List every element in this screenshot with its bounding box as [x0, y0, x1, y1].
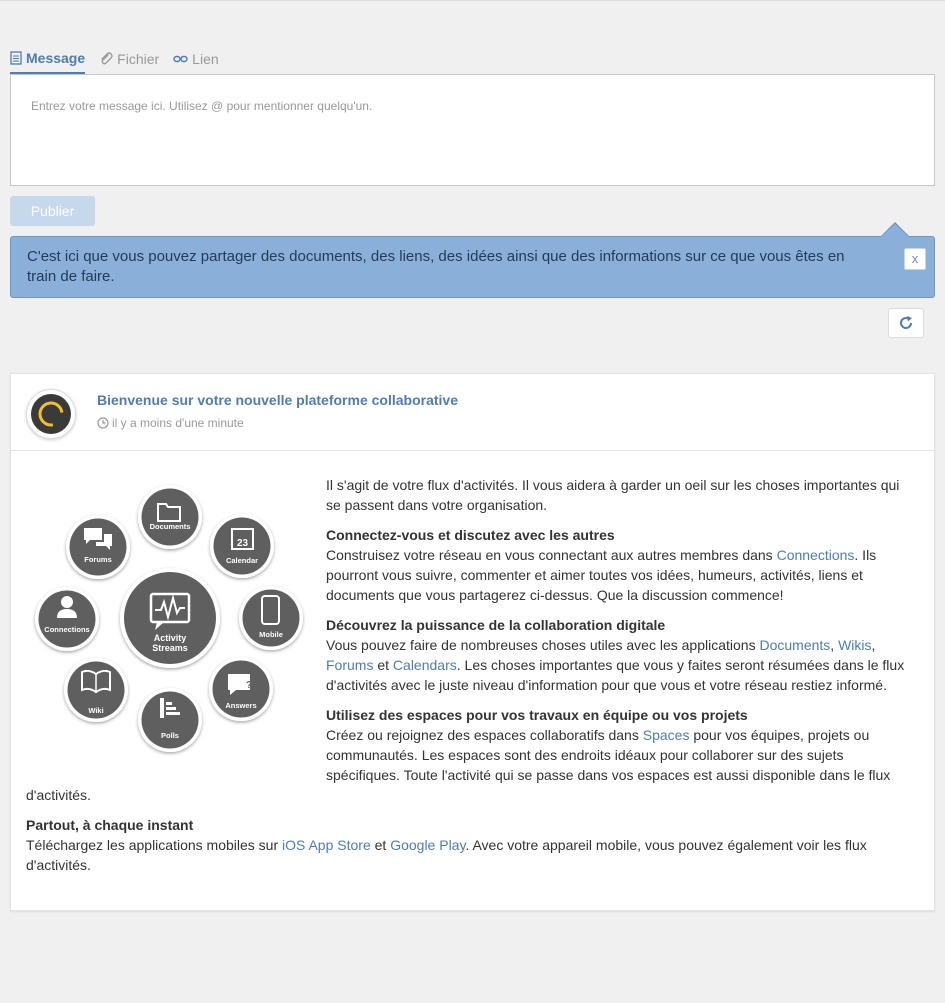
spaces-link[interactable]: Spaces	[643, 727, 690, 743]
activity-timestamp: il y a moins d'une minute	[97, 416, 244, 430]
message-input[interactable]	[11, 75, 934, 137]
tab-message[interactable]: Message	[10, 44, 86, 74]
documents-link[interactable]: Documents	[759, 637, 830, 653]
section-discover-text-4: et	[373, 657, 393, 673]
refresh-button[interactable]	[888, 308, 924, 338]
activity-header: Bienvenue sur votre nouvelle plateforme …	[11, 374, 934, 451]
section-discover-text-1: Vous pouvez faire de nombreuses choses u…	[326, 637, 760, 653]
section-discover-text-2: ,	[830, 637, 839, 653]
timestamp-text: il y a moins d'une minute	[112, 416, 244, 430]
section-spaces-heading: Utilisez des espaces pour vos travaux en…	[326, 707, 748, 723]
section-mobile-text-2: et	[370, 837, 391, 853]
tab-fichier[interactable]: Fichier	[99, 44, 159, 74]
section-mobile: Partout, à chaque instant Téléchargez le…	[26, 815, 916, 875]
section-mobile-text-1: Téléchargez les applications mobiles sur	[26, 837, 283, 853]
diagram-spacer	[26, 475, 326, 775]
tip-text: C'est ici que vous pouvez partager des d…	[27, 248, 845, 285]
document-icon	[10, 51, 22, 65]
section-mobile-heading: Partout, à chaque instant	[26, 817, 194, 833]
top-divider	[0, 0, 945, 1]
tab-message-label: Message	[26, 50, 86, 66]
activity-body: Il s'agit de votre flux d'activités. Il …	[26, 475, 916, 885]
tab-lien-label: Lien	[192, 51, 219, 67]
loader-icon	[31, 394, 71, 434]
publish-button[interactable]: Publier	[10, 196, 95, 226]
section-connect-text-1: Construisez votre réseau en vous connect…	[326, 547, 777, 563]
connections-link[interactable]: Connections	[777, 547, 855, 563]
link-icon	[173, 55, 188, 63]
forums-link[interactable]: Forums	[326, 657, 373, 673]
tip-pointer	[881, 224, 909, 237]
google-play-link[interactable]: Google Play	[390, 837, 465, 853]
tip-close-button[interactable]: x	[904, 248, 926, 270]
section-discover-text-3: ,	[871, 637, 876, 653]
activity-title[interactable]: Bienvenue sur votre nouvelle plateforme …	[97, 392, 458, 408]
ios-app-store-link[interactable]: iOS App Store	[282, 837, 371, 853]
section-connect-heading: Connectez-vous et discutez avec les autr…	[326, 527, 615, 543]
paperclip-icon	[101, 52, 113, 65]
wikis-link[interactable]: Wikis	[838, 637, 871, 653]
composer-tabs: Message Fichier Lien	[10, 44, 233, 74]
refresh-icon	[900, 316, 913, 329]
section-discover-heading: Découvrez la puissance de la collaborati…	[326, 617, 666, 633]
section-spaces-text-1: Créez ou rejoignez des espaces collabora…	[326, 727, 643, 743]
help-tip: C'est ici que vous pouvez partager des d…	[10, 236, 935, 298]
clock-icon	[97, 417, 109, 429]
tab-fichier-label: Fichier	[117, 51, 160, 67]
tab-lien[interactable]: Lien	[173, 44, 219, 74]
avatar[interactable]	[26, 389, 76, 439]
calendars-link[interactable]: Calendars	[393, 657, 457, 673]
message-composer	[10, 74, 935, 186]
